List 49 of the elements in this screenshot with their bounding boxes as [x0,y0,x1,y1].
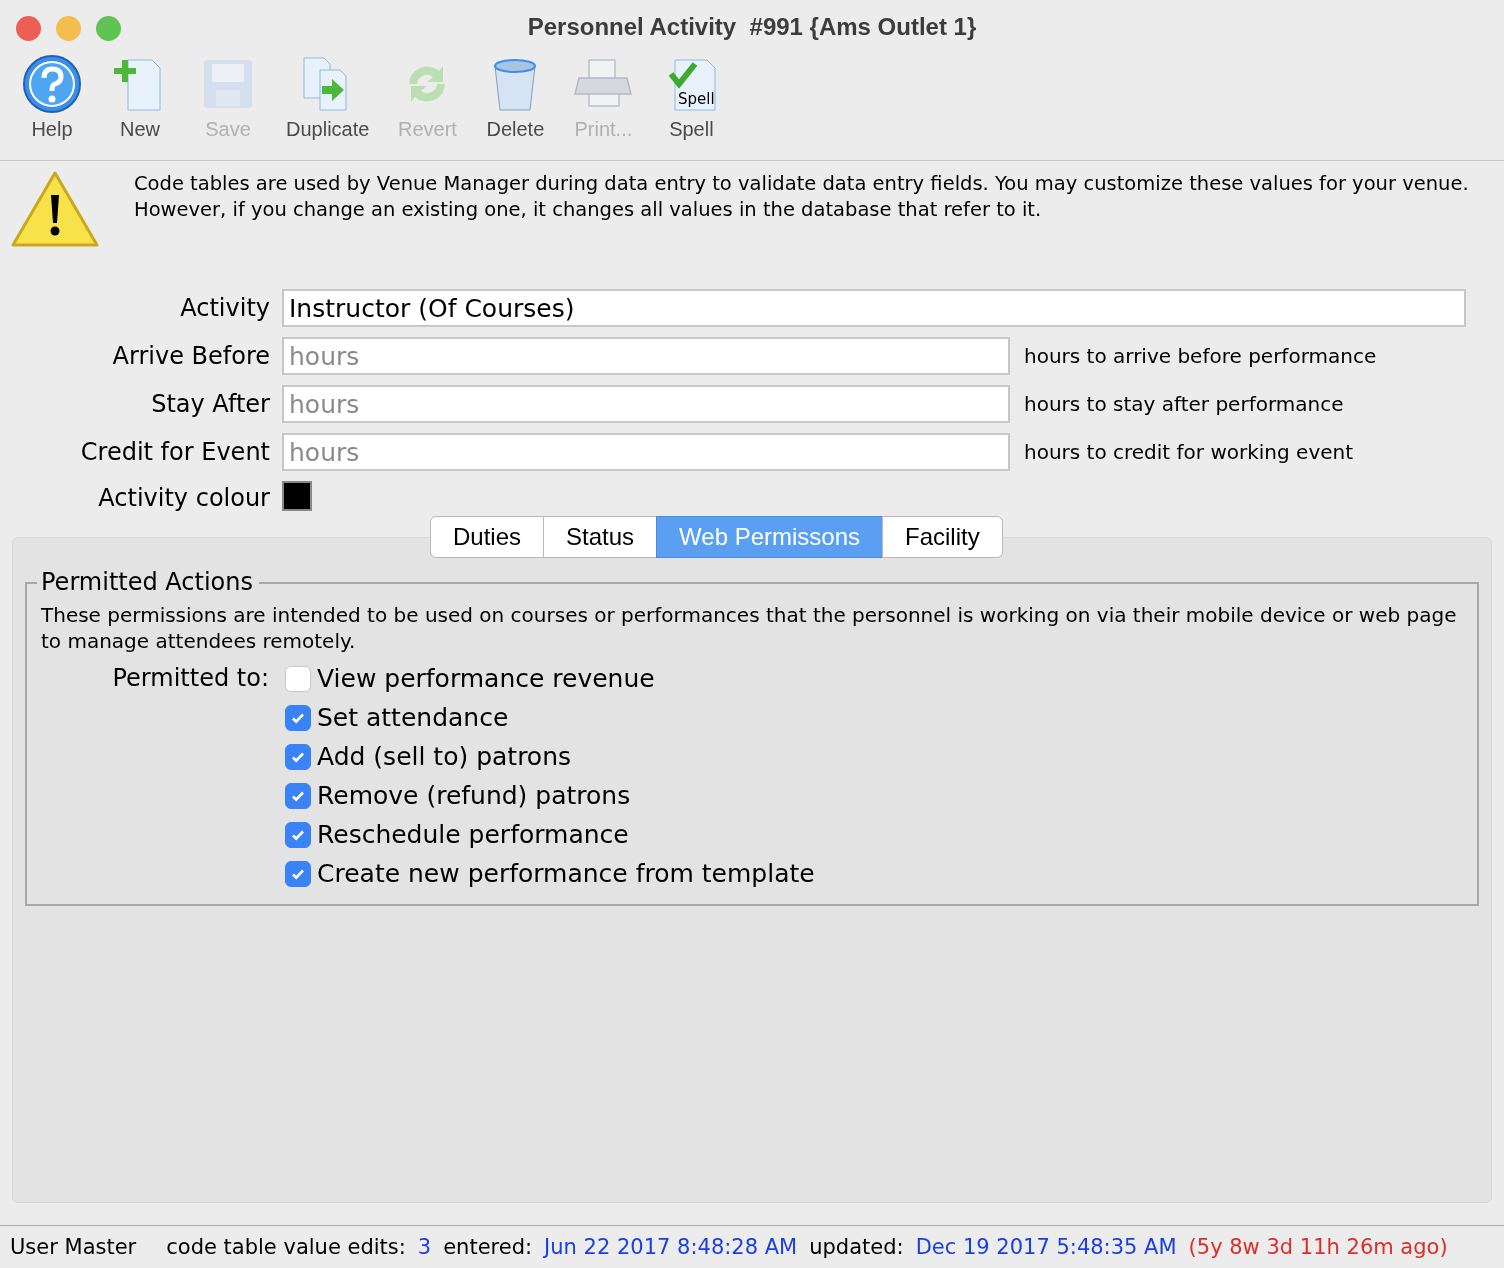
activity-field[interactable]: Instructor (Of Courses) [282,289,1466,327]
help-icon [22,54,82,114]
checkbox[interactable] [285,782,311,809]
field-hint: hours to stay after performance [1024,392,1344,416]
field-label: Arrive Before [111,342,270,370]
field-label: Activity colour [97,484,270,512]
tab[interactable]: Facility [882,516,1003,558]
hours-field[interactable]: hours [282,433,1010,471]
status-text: Jun 22 2017 8:48:28 AM [544,1235,798,1259]
checkbox[interactable] [285,743,311,770]
field-label: Stay After [150,390,270,418]
toolbar-button[interactable]: Delete [471,54,560,160]
checkbox[interactable] [285,821,311,848]
checkbox-label: View performance revenue [317,664,655,693]
field-label: Credit for Event [79,438,270,466]
status-text: User Master [10,1235,137,1259]
tab[interactable]: Duties [430,516,545,558]
field-hint: hours to arrive before performance [1024,344,1377,368]
hours-field[interactable]: hours [282,385,1010,423]
checkbox[interactable] [285,704,311,731]
toolbar-button[interactable]: Duplicate [272,54,384,160]
status-text: code table value edits: [166,1235,406,1259]
toolbar-button[interactable]: Spell Spell [647,54,736,160]
zoom-button[interactable] [96,16,121,41]
permitted-label: Permitted to: [111,664,269,694]
hours-field[interactable]: hours [282,337,1010,375]
checkbox-label: Set attendance [317,703,509,732]
checkbox-label: Create new performance from template [317,859,815,888]
checkbox-label: Reschedule performance [317,820,629,849]
close-button[interactable] [16,16,41,41]
field-hint: hours to credit for working event [1024,440,1354,464]
checkbox[interactable] [285,665,311,692]
status-text: updated: [809,1235,904,1259]
checkbox[interactable] [285,860,311,887]
toolbar-button[interactable]: New [96,54,184,160]
status-text: Dec 19 2017 5:48:35 AM [915,1235,1177,1259]
checkbox-label: Remove (refund) patrons [317,781,631,810]
colour-swatch[interactable] [282,481,312,511]
status-text: 3 [417,1235,432,1259]
warning-icon [10,169,100,249]
notice-text: Code tables are used by Venue Manager during data entry to validate data entry fields. You may customize these values for your venue. However, if you change an existing one, it changes all values in the database that refer to it. [134,171,1470,223]
status-text: (5y 8w 3d 11h 26m ago) [1188,1235,1448,1259]
group-description: These permissions are intended to be used on courses or performances that the personnel is working on via their mobile device or web page to manage attendees remotely. [41,602,1458,654]
toolbar-button[interactable]: Help [8,54,96,160]
window-title: Personnel Activity #991 {Ams Outlet 1} [527,13,977,41]
field-label: Activity [179,294,270,322]
status-text: entered: [443,1235,533,1259]
checkbox-label: Add (sell to) patrons [317,742,572,771]
tab[interactable]: Status [543,516,658,558]
